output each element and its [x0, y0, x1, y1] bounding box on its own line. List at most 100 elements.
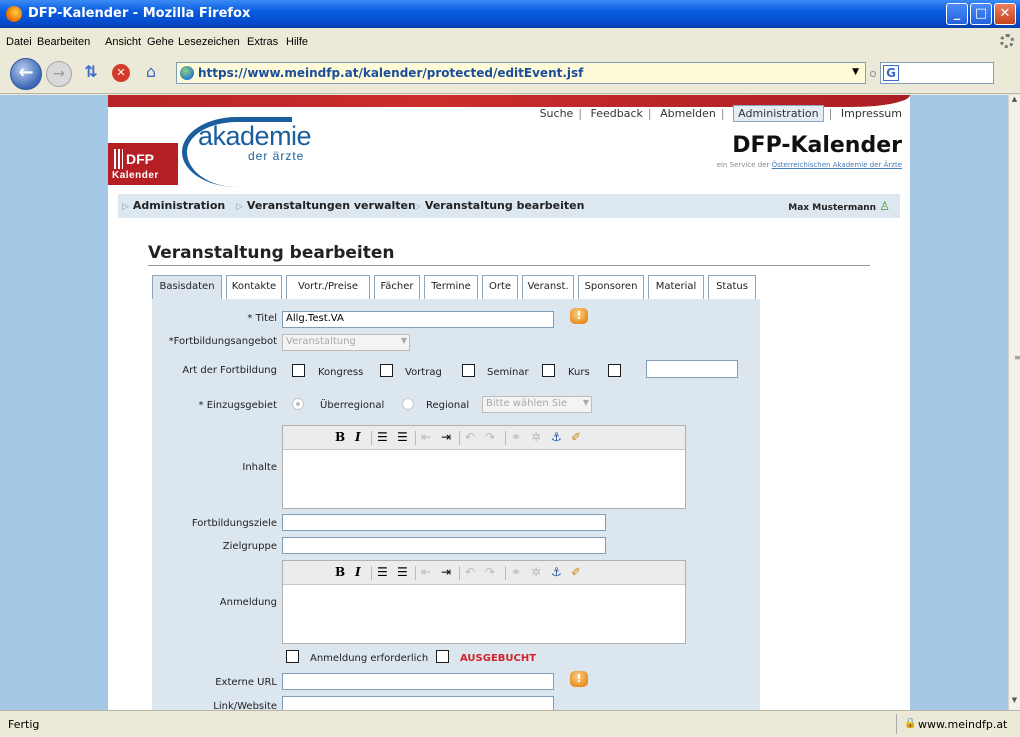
- cleanup-icon[interactable]: ✐: [571, 430, 581, 444]
- outdent-icon[interactable]: ⇤: [421, 565, 431, 579]
- home-icon[interactable]: ⌂: [140, 61, 162, 83]
- titel-label: * Titel: [247, 313, 277, 324]
- ausgebucht-checkbox[interactable]: [436, 650, 449, 663]
- scroll-thumb[interactable]: ≡: [1014, 353, 1020, 362]
- menu-datei[interactable]: Datei: [6, 36, 32, 48]
- tab-sponsoren[interactable]: Sponsoren: [578, 275, 644, 299]
- cleanup-icon[interactable]: ✐: [571, 565, 581, 579]
- anchor-icon[interactable]: ⚓: [551, 565, 562, 579]
- anmeldung-editor[interactable]: B I ☰ ☰ ⇤ ⇥ ↶ ↷ ⚭ ✲ ⚓ ✐: [282, 560, 686, 644]
- bullet-list-icon[interactable]: ☰: [377, 565, 388, 579]
- link-input[interactable]: [282, 696, 554, 710]
- vortrag-checkbox[interactable]: [380, 364, 393, 377]
- service-link[interactable]: Österreichischen Akademie der Ärzte: [772, 161, 902, 169]
- top-navigation: Suche | Feedback | Abmelden | Administratio…: [539, 105, 902, 122]
- inhalte-editor[interactable]: B I ☰ ☰ ⇤ ⇥ ↶ ↷ ⚭ ✲ ⚓ ✐: [282, 425, 686, 509]
- nav-feedback[interactable]: Feedback: [591, 107, 643, 120]
- bullet-list-icon[interactable]: ☰: [377, 430, 388, 444]
- unlink-icon[interactable]: ✲: [531, 430, 541, 444]
- italic-icon[interactable]: I: [355, 430, 361, 444]
- ueberregional-radio[interactable]: [292, 398, 304, 410]
- address-url[interactable]: https://www.meindfp.at/kalender/protecte…: [198, 66, 583, 80]
- menu-gehe[interactable]: Gehe: [147, 36, 174, 48]
- tab-veranst[interactable]: Veranst.: [522, 275, 574, 299]
- menu-hilfe[interactable]: Hilfe: [286, 36, 308, 48]
- breadcrumb-item[interactable]: ▷ Administration: [122, 199, 225, 212]
- indent-icon[interactable]: ⇥: [441, 565, 451, 579]
- titel-input[interactable]: Allg.Test.VA: [282, 311, 554, 328]
- redo-icon[interactable]: ↷: [485, 565, 495, 579]
- minimize-button[interactable]: _: [946, 3, 968, 25]
- chevron-down-icon[interactable]: ▼: [852, 67, 859, 77]
- tab-material[interactable]: Material: [648, 275, 704, 299]
- help-icon[interactable]: !: [570, 308, 588, 324]
- undo-icon[interactable]: ↶: [465, 565, 475, 579]
- tab-faecher[interactable]: Fächer: [374, 275, 420, 299]
- anchor-icon[interactable]: ⚓: [551, 430, 562, 444]
- other-input[interactable]: [646, 360, 738, 378]
- scroll-down-icon[interactable]: ▼: [1009, 696, 1020, 710]
- tab-status[interactable]: Status: [708, 275, 756, 299]
- menu-bearbeiten[interactable]: Bearbeiten: [37, 36, 90, 48]
- forward-arrow-icon[interactable]: →: [46, 61, 72, 87]
- akademie-logo[interactable]: akademie der ärzte: [182, 117, 336, 187]
- firefox-icon: [6, 6, 22, 22]
- breadcrumb-item[interactable]: ▷ Veranstaltungen verwalten: [236, 199, 416, 212]
- breadcrumb-item[interactable]: ▷ Veranstaltung bearbeiten: [414, 199, 584, 212]
- url-input[interactable]: [282, 673, 554, 690]
- go-icon[interactable]: [870, 71, 876, 77]
- link-icon[interactable]: ⚭: [511, 430, 521, 444]
- ziele-input[interactable]: [282, 514, 606, 531]
- lock-icon[interactable]: 🔒: [904, 718, 916, 729]
- bold-icon[interactable]: B: [335, 430, 345, 444]
- regional-label: Regional: [426, 400, 470, 411]
- indent-icon[interactable]: ⇥: [441, 430, 451, 444]
- user-icon: ♙: [879, 199, 890, 213]
- nav-impressum[interactable]: Impressum: [841, 107, 902, 120]
- menu-extras[interactable]: Extras: [247, 36, 278, 48]
- italic-icon[interactable]: I: [355, 565, 361, 579]
- nav-administration[interactable]: Administration: [733, 105, 824, 122]
- undo-icon[interactable]: ↶: [465, 430, 475, 444]
- numbered-list-icon[interactable]: ☰: [397, 565, 408, 579]
- tab-termine[interactable]: Termine: [424, 275, 478, 299]
- tab-kontakte[interactable]: Kontakte: [226, 275, 282, 299]
- zielgruppe-input[interactable]: [282, 537, 606, 554]
- help-icon[interactable]: !: [570, 671, 588, 687]
- anmeldung-erforderlich-label: Anmeldung erforderlich: [310, 653, 429, 664]
- bold-icon[interactable]: B: [335, 565, 345, 579]
- anmeldung-erforderlich-checkbox[interactable]: [286, 650, 299, 663]
- unlink-icon[interactable]: ✲: [531, 565, 541, 579]
- maximize-button[interactable]: □: [970, 3, 992, 25]
- outdent-icon[interactable]: ⇤: [421, 430, 431, 444]
- address-bar[interactable]: https://www.meindfp.at/kalender/protecte…: [176, 62, 866, 84]
- tab-basisdaten[interactable]: Basisdaten: [152, 275, 222, 299]
- seminar-checkbox[interactable]: [462, 364, 475, 377]
- kurs-checkbox[interactable]: [542, 364, 555, 377]
- regional-radio[interactable]: [402, 398, 414, 410]
- nav-abmelden[interactable]: Abmelden: [660, 107, 716, 120]
- nav-suche[interactable]: Suche: [540, 107, 574, 120]
- back-arrow-icon[interactable]: ←: [10, 58, 42, 90]
- brand-title: DFP-Kalender: [732, 133, 902, 158]
- user-info[interactable]: Max Mustermann ♙: [788, 199, 890, 213]
- menu-lesezeichen[interactable]: Lesezeichen: [178, 36, 240, 48]
- redo-icon[interactable]: ↷: [485, 430, 495, 444]
- status-host: www.meindfp.at: [918, 718, 1008, 731]
- dfp-logo[interactable]: DFP Kalender: [108, 143, 178, 185]
- close-button[interactable]: ✕: [994, 3, 1016, 25]
- reload-icon[interactable]: ⇅: [80, 61, 102, 83]
- google-icon[interactable]: G: [883, 65, 899, 81]
- menu-ansicht[interactable]: Ansicht: [105, 36, 141, 48]
- tab-vortr-preise[interactable]: Vortr./Preise: [286, 275, 370, 299]
- kongress-checkbox[interactable]: [292, 364, 305, 377]
- vertical-scrollbar[interactable]: ▲ ≡ ▼: [1008, 95, 1020, 710]
- tab-orte[interactable]: Orte: [482, 275, 518, 299]
- link-icon[interactable]: ⚭: [511, 565, 521, 579]
- numbered-list-icon[interactable]: ☰: [397, 430, 408, 444]
- other-checkbox[interactable]: [608, 364, 621, 377]
- service-prefix: ein Service der: [716, 161, 772, 169]
- scroll-up-icon[interactable]: ▲: [1009, 95, 1020, 109]
- stop-icon[interactable]: ✕: [112, 64, 130, 82]
- search-box[interactable]: G: [880, 62, 994, 84]
